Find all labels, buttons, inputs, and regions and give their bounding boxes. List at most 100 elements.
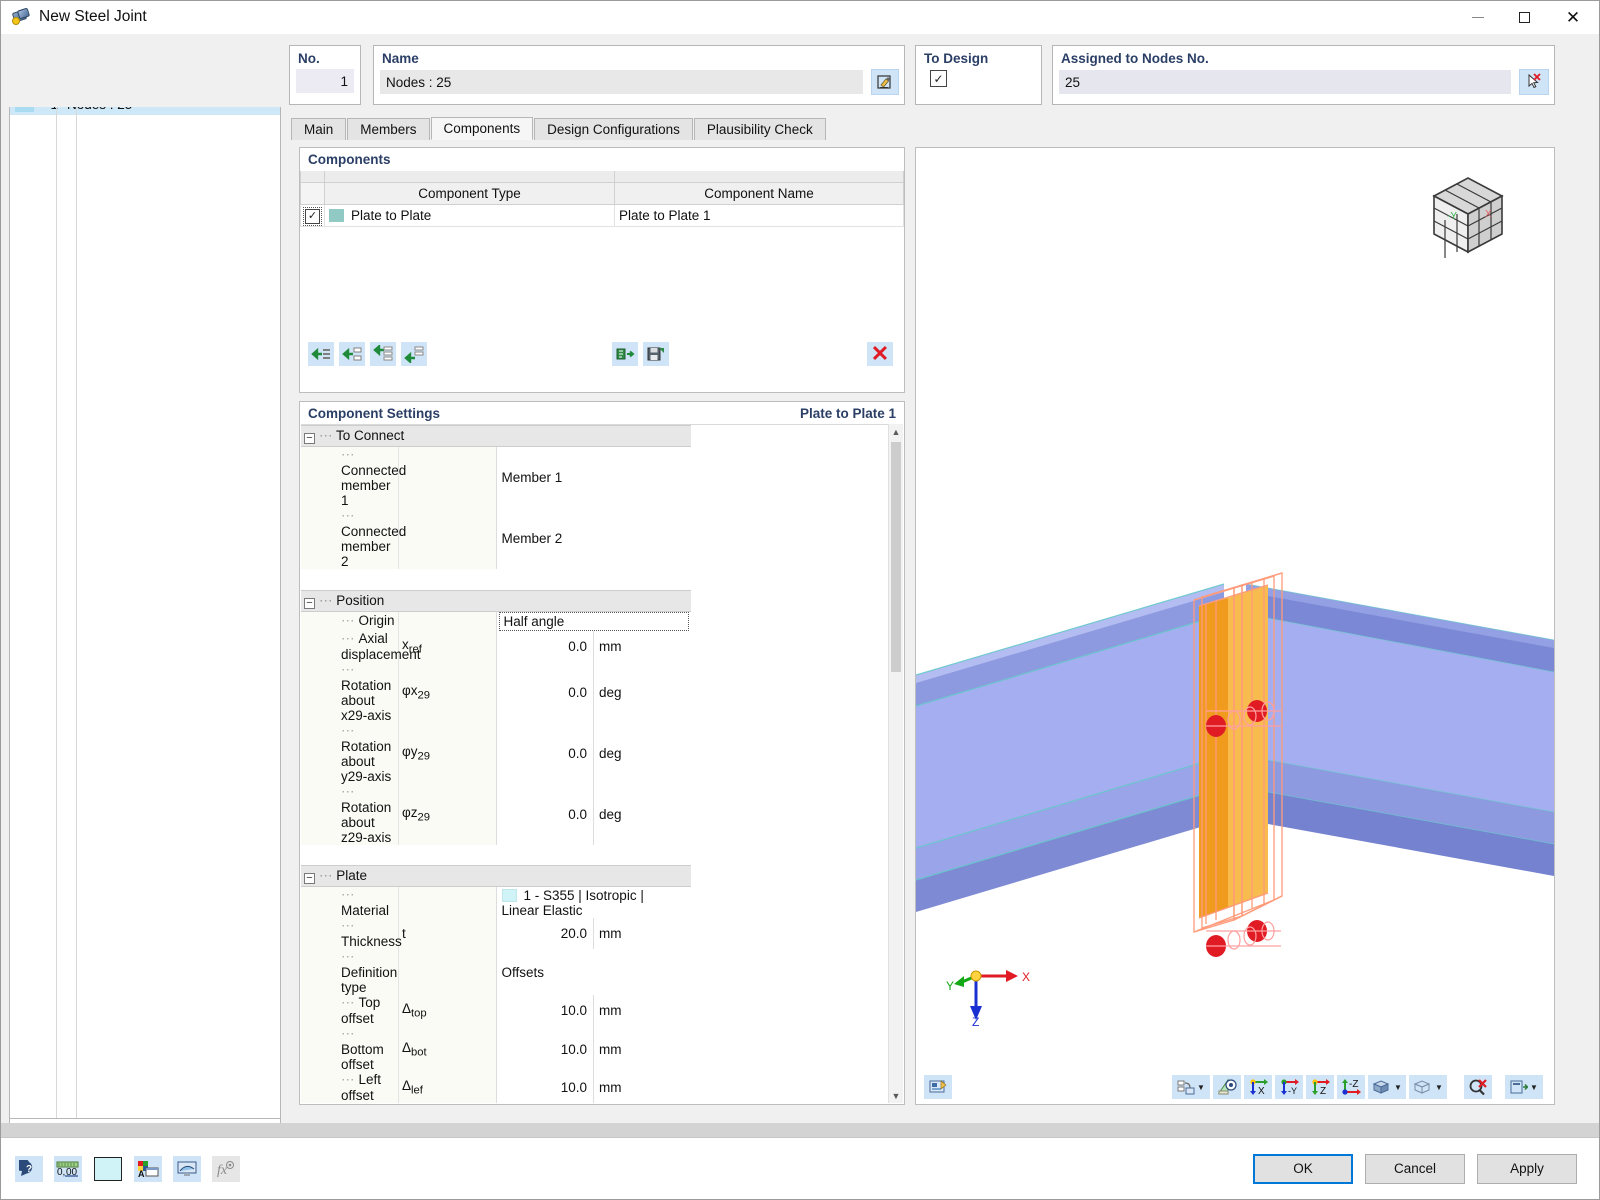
display-properties-icon[interactable]: ▼ (1172, 1075, 1210, 1099)
property-row[interactable]: ⋯ Origin Half angle (301, 611, 886, 631)
view-cube[interactable]: -Y X (1428, 172, 1522, 260)
insert-component-group-icon[interactable] (370, 342, 396, 366)
components-panel: Components Component Type Component Name… (299, 147, 905, 393)
view-in-x-icon[interactable]: X (1244, 1075, 1272, 1099)
origin-value-editor[interactable]: Half angle (498, 611, 689, 631)
property-row[interactable]: ⋯ Top offset Δtop 10.0 mm (301, 995, 886, 1027)
property-group-to-connect[interactable]: − ⋯ To Connect (301, 425, 886, 447)
property-value[interactable]: Member 2 (496, 508, 691, 569)
title-bar: New Steel Joint ✕ (1, 1, 1599, 34)
to-design-checkbox[interactable]: ✓ (930, 70, 947, 87)
maximize-button[interactable] (1501, 1, 1547, 34)
property-row[interactable]: ⋯Rotation about z29-axis φz29 0.0 deg (301, 783, 886, 845)
render-mode-icon[interactable]: ▼ (1368, 1075, 1406, 1099)
axis-triad: X Y Z (946, 954, 1042, 1026)
axis-y-label: Y (946, 979, 954, 993)
table-row[interactable]: ✓ Plate to Plate Plate to Plate 1 (300, 203, 904, 227)
minimize-button[interactable] (1455, 1, 1501, 34)
property-row[interactable]: ⋯ Left offset Δlef 10.0 mm (301, 1072, 886, 1103)
cancel-button[interactable]: Cancel (1365, 1153, 1465, 1184)
scroll-down-icon[interactable]: ▼ (889, 1088, 903, 1103)
property-value[interactable]: 0.0 (496, 631, 594, 662)
assigned-nodes-input[interactable]: 25 (1059, 70, 1511, 94)
property-value[interactable]: 10.0 (496, 1072, 594, 1103)
property-row[interactable]: ⋯Connected member 1 Member 1 (301, 446, 886, 509)
isometric-view-icon[interactable]: -Z (1337, 1075, 1365, 1099)
scrollbar-thumb[interactable] (891, 442, 901, 672)
tab-design-configurations[interactable]: Design Configurations (534, 118, 693, 140)
property-grid[interactable]: − ⋯ To Connect ⋯Connected member 1 Member… (301, 424, 903, 1103)
close-button[interactable]: ✕ (1547, 1, 1599, 34)
collapse-to-connect-icon[interactable]: − (304, 433, 315, 444)
svg-text:A: A (138, 1169, 145, 1178)
view-in-z-icon[interactable]: Z (1306, 1075, 1334, 1099)
render-settings-icon[interactable] (924, 1075, 952, 1099)
tab-plausibility-check[interactable]: Plausibility Check (693, 118, 826, 140)
import-component-icon[interactable] (612, 342, 638, 366)
property-value[interactable]: 10.0 (496, 1026, 594, 1072)
pick-nodes-icon[interactable] (1519, 69, 1549, 95)
property-value[interactable]: 0.0 (496, 662, 594, 723)
property-symbol (398, 446, 497, 508)
tab-components[interactable]: Components (430, 117, 534, 140)
no-input[interactable]: 1 (296, 69, 354, 93)
component-type-cell: Plate to Plate (324, 203, 615, 227)
append-component-icon[interactable] (401, 342, 427, 366)
insert-component-icon[interactable] (308, 342, 334, 366)
property-unit: mm (593, 1026, 691, 1073)
collapse-position-icon[interactable]: − (304, 597, 315, 609)
wireframe-mode-icon[interactable]: ▼ (1409, 1075, 1447, 1099)
collapse-plate-icon[interactable]: − (304, 873, 315, 885)
property-label: Rotation about x29-axis (341, 677, 392, 723)
apply-button[interactable]: Apply (1477, 1153, 1577, 1184)
property-value[interactable]: 10.0 (496, 995, 594, 1026)
tab-members[interactable]: Members (347, 118, 430, 140)
svg-text:0,: 0, (57, 1167, 65, 1178)
property-label: Bottom offset (341, 1042, 384, 1073)
property-unit: deg (593, 722, 691, 784)
delete-component-icon[interactable]: ✕ (867, 342, 893, 366)
property-value[interactable]: 0.0 (496, 784, 594, 845)
edit-name-icon[interactable] (871, 69, 899, 95)
property-row[interactable]: ⋯Rotation about x29-axis φx29 0.0 deg (301, 661, 886, 723)
model-3d-view[interactable]: -Y X X Y Z ▼ X -Y Z -Z ▼ ▼ ▼ (915, 147, 1555, 1105)
name-input[interactable]: Nodes : 25 (380, 70, 863, 94)
view-visibility-icon[interactable] (1213, 1075, 1241, 1099)
component-color-swatch (329, 208, 344, 222)
reset-zoom-icon[interactable] (1464, 1075, 1492, 1099)
svg-text:-Y: -Y (1288, 1086, 1297, 1096)
property-unit: mm (593, 918, 691, 950)
property-grid-scrollbar[interactable]: ▲ ▼ (888, 424, 903, 1103)
display-properties-icon[interactable]: A (134, 1155, 162, 1182)
tab-main[interactable]: Main (291, 118, 347, 140)
property-value[interactable]: 0.0 (496, 723, 594, 784)
component-row-checkbox[interactable]: ✓ (300, 203, 325, 227)
ok-button[interactable]: OK (1253, 1153, 1353, 1184)
property-value[interactable]: 20.0 (496, 918, 594, 949)
insert-component-below-icon[interactable] (339, 342, 365, 366)
property-group-plate[interactable]: − ⋯ Plate (301, 865, 886, 888)
column-component-name: Component Name (614, 182, 904, 205)
print-view-icon[interactable]: ▼ (1505, 1075, 1543, 1099)
property-value[interactable]: Member 1 (496, 447, 691, 509)
view-cube-face-left: -Y (1447, 211, 1457, 222)
view-in-negative-y-icon[interactable]: -Y (1275, 1075, 1303, 1099)
property-row[interactable]: ⋯ Axial displacement xref 0.0 mm (301, 630, 886, 662)
help-icon[interactable]: ? (15, 1155, 43, 1182)
scroll-up-icon[interactable]: ▲ (889, 424, 903, 439)
color-swatch-icon[interactable] (93, 1156, 123, 1182)
material-value-cell[interactable]: 1 - S355 | Isotropic | Linear Elastic (496, 887, 691, 919)
property-row[interactable]: ⋯Connected member 2 Member 2 (301, 508, 886, 569)
property-row[interactable]: ⋯Thickness t 20.0 mm (301, 918, 886, 950)
property-group-position[interactable]: − ⋯ Position (301, 589, 886, 612)
dialog-buttons: OK Cancel Apply (1253, 1153, 1599, 1184)
property-value[interactable]: Offsets (496, 949, 691, 995)
units-decimal-places-icon[interactable]: 0, 00 (54, 1155, 82, 1182)
property-row[interactable]: ⋯Definition type Offsets (301, 949, 886, 996)
graphic-print-icon[interactable] (173, 1155, 201, 1182)
property-row[interactable]: ⋯Rotation about y29-axis φy29 0.0 deg (301, 722, 886, 784)
property-row[interactable]: ⋯Bottom offset Δbot 10.0 mm (301, 1026, 886, 1073)
property-row[interactable]: ⋯Material 1 - S355 | Isotropic | Linear … (301, 886, 886, 919)
save-component-icon[interactable] (643, 342, 669, 366)
group-label-to-connect: To Connect (336, 428, 405, 443)
